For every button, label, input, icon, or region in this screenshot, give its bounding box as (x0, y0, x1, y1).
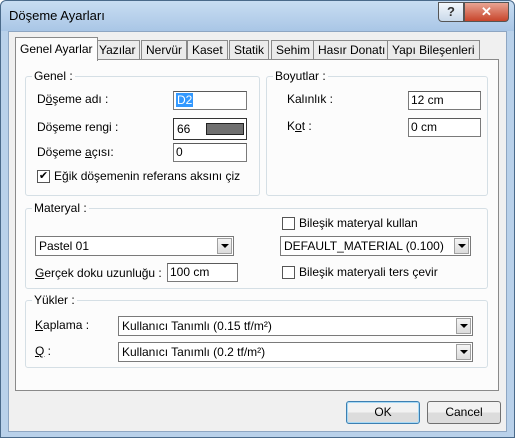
egik-doseme-checkbox[interactable]: ✔ (37, 170, 50, 183)
boyutlar-group: Boyutlar : Kalınlık : 12 cm Kot : 0 cm (266, 69, 488, 196)
q-select[interactable]: Kullanıcı Tanımlı (0.2 tf/m²) (118, 342, 473, 362)
gercek-doku-label: Gerçek doku uzunluğu : (35, 266, 162, 280)
ok-button[interactable]: OK (346, 401, 420, 424)
help-button[interactable]: ? (438, 2, 464, 22)
close-button[interactable]: ✕ (464, 2, 509, 22)
tab-nervur[interactable]: Nervür (141, 40, 188, 60)
kaplama-dropdown-arrow-icon[interactable] (456, 318, 471, 334)
kalinlik-label: Kalınlık : (287, 92, 334, 106)
kaplama-label: Kaplama : (35, 318, 90, 332)
window-title: Döşeme Ayarları (9, 8, 105, 23)
yukler-group: Yükler : Kaplama : Kullanıcı Tanımlı (0.… (25, 293, 488, 368)
q-label: Q : (35, 344, 52, 358)
doseme-adi-label: Döşeme adı : (37, 92, 109, 106)
doseme-rengi-label: Döşeme rengi : (37, 120, 119, 134)
doseme-adi-input[interactable]: D2 (173, 91, 247, 110)
kot-label: Kot : (287, 119, 312, 133)
kot-input[interactable]: 0 cm (408, 118, 481, 137)
dialog-client-area: Genel Ayarlar Yazılar Nervür Kaset Stati… (8, 31, 507, 432)
doseme-acisi-input[interactable]: 0 (173, 143, 247, 162)
doseme-rengi-value: 66 (177, 122, 191, 136)
bilesik-materyal-checkbox[interactable] (282, 217, 295, 230)
default-material-select[interactable]: DEFAULT_MATERIAL (0.100) (280, 236, 471, 256)
tab-yazilar[interactable]: Yazılar (94, 40, 141, 60)
default-material-value: DEFAULT_MATERIAL (0.100) (284, 239, 444, 253)
tab-kaset[interactable]: Kaset (187, 40, 228, 60)
dialog-window: Döşeme Ayarları ? ✕ Genel Ayarlar Yazıla… (0, 0, 515, 438)
doseme-acisi-label: Döşeme açısı: (37, 145, 114, 159)
yukler-group-legend: Yükler : (32, 293, 77, 307)
materyal-group: Materyal : Pastel 01 Gerçek doku uzunluğ… (25, 201, 488, 289)
materyal-dropdown-arrow-icon[interactable] (217, 238, 232, 254)
materyal-select-value: Pastel 01 (39, 239, 90, 253)
tab-hasir-donati[interactable]: Hasır Donatı (313, 40, 391, 60)
kalinlik-input[interactable]: 12 cm (408, 91, 481, 110)
genel-group-legend: Genel : (32, 69, 75, 83)
genel-group: Genel : Döşeme adı : D2 Döşeme rengi : 6… (25, 69, 260, 196)
boyutlar-group-legend: Boyutlar : (273, 69, 328, 83)
materyal-select[interactable]: Pastel 01 (35, 236, 234, 256)
tab-statik[interactable]: Statik (229, 40, 270, 60)
ters-cevir-label: Bileşik materyali ters çevir (299, 265, 438, 279)
kaplama-select-value: Kullanıcı Tanımlı (0.15 tf/m²) (122, 319, 272, 333)
materyal-group-legend: Materyal : (32, 201, 89, 215)
tab-yapi-bilesenleri[interactable]: Yapı Bileşenleri (387, 40, 480, 60)
doseme-rengi-swatch (206, 123, 244, 135)
title-bar[interactable]: Döşeme Ayarları ? ✕ (1, 1, 514, 31)
tab-sehim[interactable]: Sehim (271, 40, 316, 60)
ters-cevir-checkbox[interactable] (282, 266, 295, 279)
tab-panel-genel-ayarlar: Genel : Döşeme adı : D2 Döşeme rengi : 6… (15, 59, 499, 391)
kaplama-select[interactable]: Kullanıcı Tanımlı (0.15 tf/m²) (118, 316, 473, 336)
tab-genel-ayarlar[interactable]: Genel Ayarlar (15, 37, 98, 61)
egik-doseme-label: Eğik döşemenin referans aksını çiz (54, 169, 241, 183)
default-material-dropdown-arrow-icon[interactable] (454, 238, 469, 254)
q-dropdown-arrow-icon[interactable] (456, 344, 471, 360)
gercek-doku-input[interactable]: 100 cm (167, 263, 238, 282)
doseme-rengi-picker[interactable]: 66 (173, 118, 247, 140)
bilesik-materyal-label: Bileşik materyal kullan (299, 216, 418, 230)
cancel-button[interactable]: Cancel (427, 401, 501, 424)
q-select-value: Kullanıcı Tanımlı (0.2 tf/m²) (122, 345, 266, 359)
